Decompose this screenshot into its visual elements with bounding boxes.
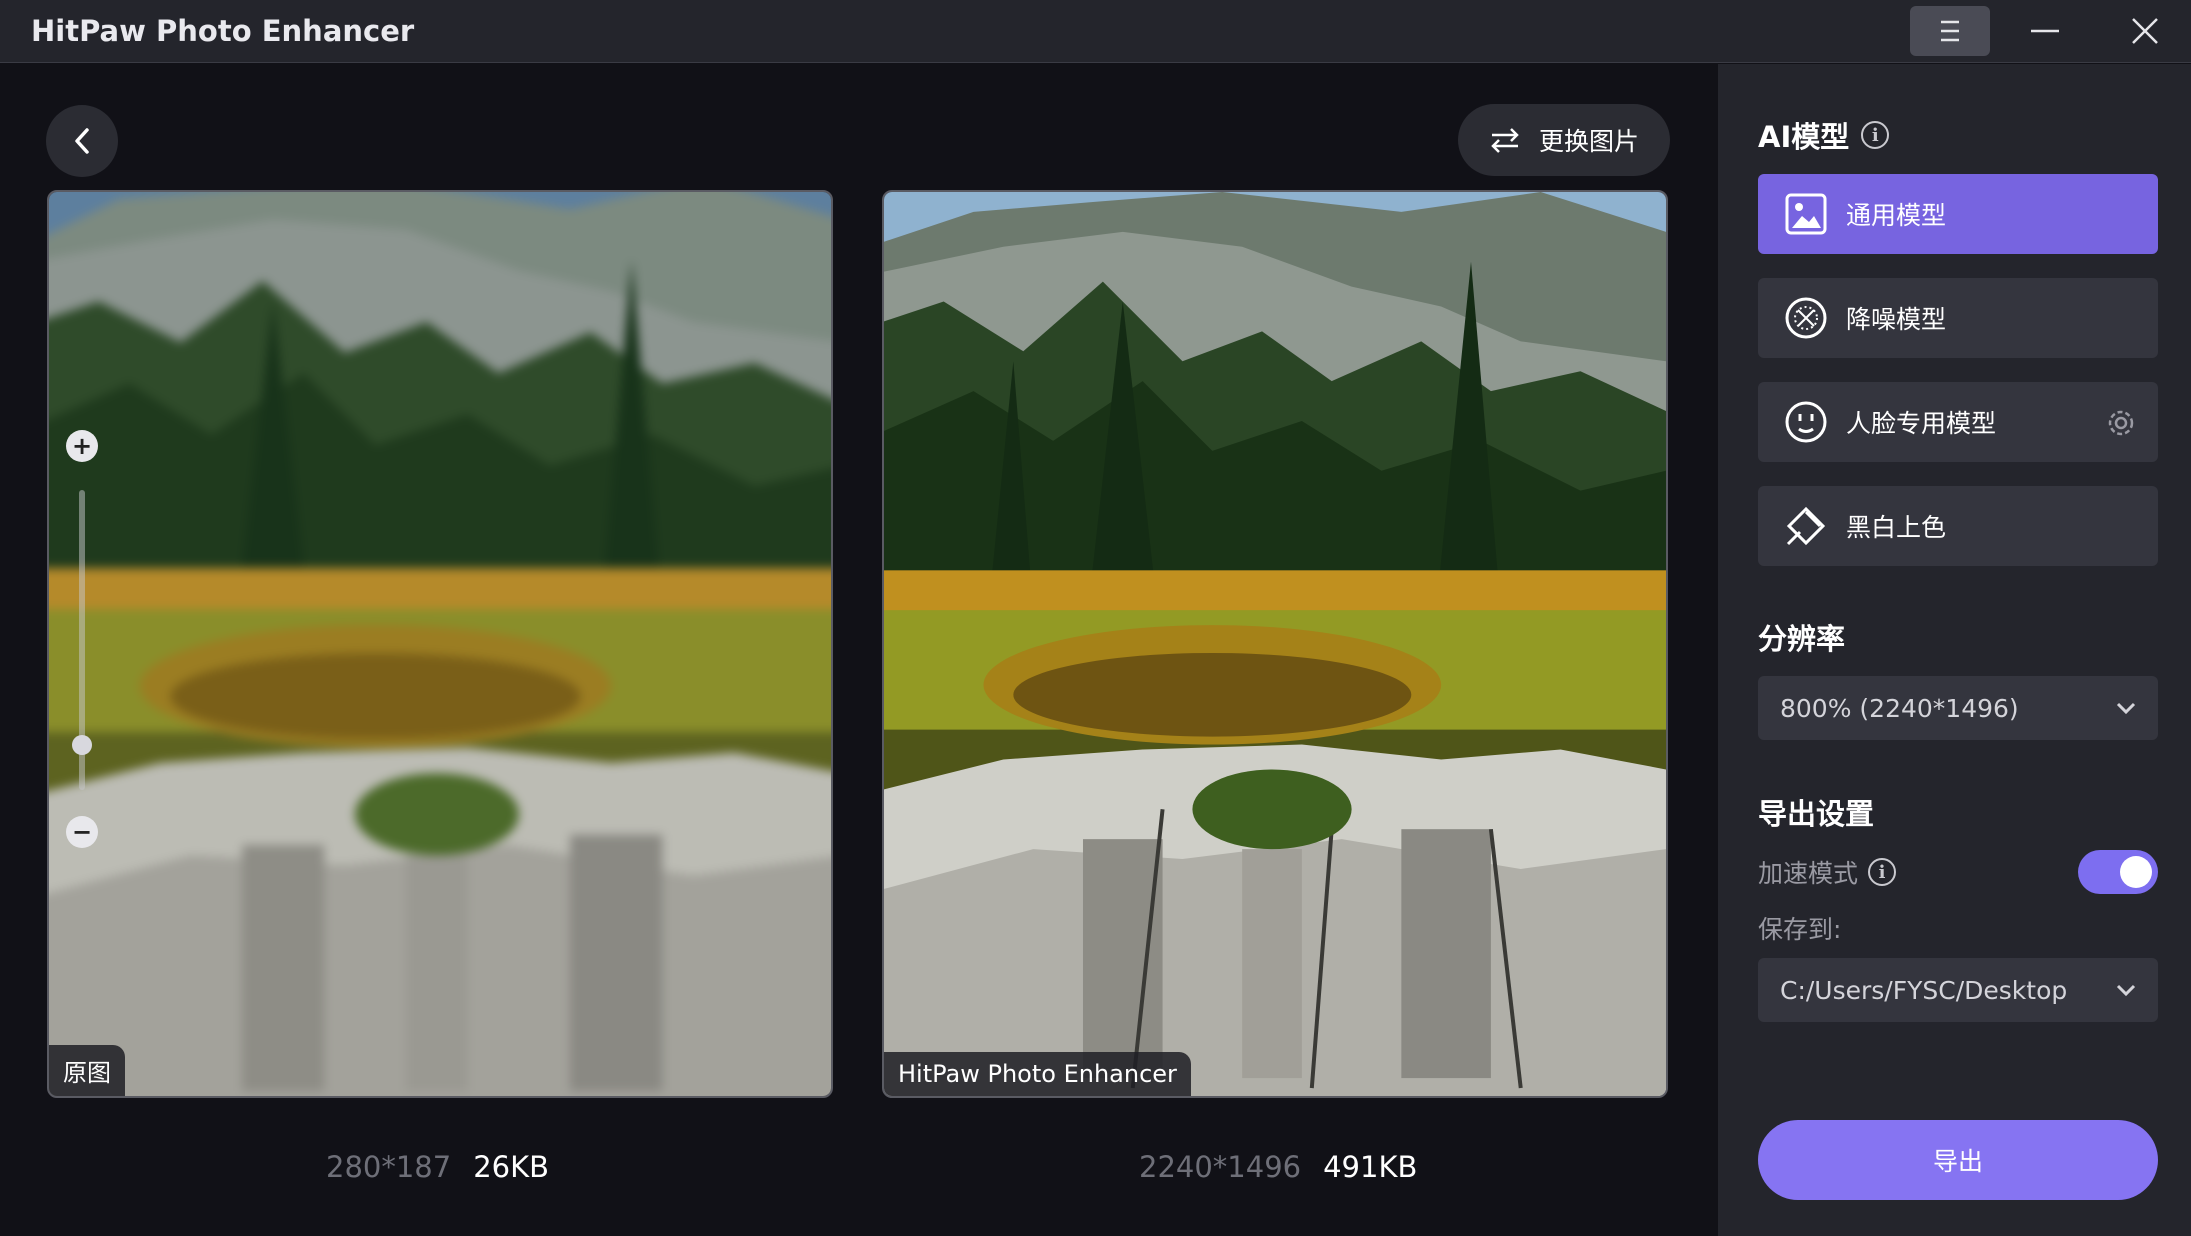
settings-panel: AI模型 i 通用模型 降噪模型 人脸专用模型 黑白上色 分辨率 800% (2… [1718,64,2191,1236]
chevron-down-icon [2116,984,2136,997]
gear-icon[interactable] [2106,408,2136,438]
ai-model-title: AI模型 [1758,120,1850,154]
original-info: 280*187 26KB [326,1150,549,1184]
export-button[interactable]: 导出 [1758,1120,2158,1200]
zoom-thumb[interactable] [72,735,92,755]
model-face-label: 人脸专用模型 [1846,409,1997,438]
zoom-slider[interactable]: + − [62,430,102,910]
accel-mode-toggle[interactable] [2078,850,2158,894]
original-image[interactable]: 原图 [47,190,833,1098]
close-icon [2132,18,2158,44]
app-title: HitPaw Photo Enhancer [31,14,415,48]
image-icon [1785,193,1827,235]
menu-icon [1941,20,1959,42]
denoise-icon [1785,297,1827,339]
model-general-label: 通用模型 [1846,201,1947,230]
minus-icon: − [71,818,93,846]
resolution-value: 800% (2240*1496) [1780,693,2019,723]
original-size: 26KB [473,1150,550,1184]
model-general-button[interactable]: 通用模型 [1758,174,2158,254]
model-colorize-button[interactable]: 黑白上色 [1758,486,2158,566]
model-denoise-label: 降噪模型 [1846,305,1947,334]
enhanced-tag: HitPaw Photo Enhancer [884,1052,1191,1096]
close-button[interactable] [2110,6,2180,56]
minimize-icon [2031,29,2059,33]
minimize-button[interactable] [2010,6,2080,56]
accel-info-icon[interactable]: i [1868,858,1897,886]
model-colorize-label: 黑白上色 [1846,513,1947,542]
model-face-button[interactable]: 人脸专用模型 [1758,382,2158,462]
face-icon [1785,401,1827,443]
back-button[interactable] [46,105,118,177]
title-bar: HitPaw Photo Enhancer [0,0,2191,63]
plus-icon: + [71,432,93,460]
save-to-label: 保存到: [1758,915,1842,944]
menu-button[interactable] [1910,6,1990,56]
original-dimensions: 280*187 [326,1150,452,1184]
landscape-photo-enhanced [884,192,1666,1096]
resolution-heading: 分辨率 [1758,622,1846,656]
preview-stage: 更换图片 原图 + − HitPaw Photo Enhancer 280*18… [0,64,1718,1236]
export-label: 导出 [1932,1147,1983,1176]
toggle-knob [2120,856,2152,888]
save-path-select[interactable]: C:/Users/FYSC/Desktop [1758,958,2158,1022]
landscape-photo-original [49,192,831,1096]
original-tag: 原图 [49,1045,125,1096]
enhanced-image[interactable]: HitPaw Photo Enhancer [882,190,1668,1098]
enhanced-info: 2240*1496 491KB [1139,1150,1417,1184]
chevron-down-icon [2116,702,2136,715]
colorize-icon [1786,506,1826,546]
enhanced-size: 491KB [1323,1150,1418,1184]
export-settings-heading: 导出设置 [1758,797,1875,831]
replace-image-button[interactable]: 更换图片 [1458,104,1670,176]
zoom-out-button[interactable]: − [66,816,98,848]
replace-image-label: 更换图片 [1538,127,1639,156]
accel-mode-label: 加速模式 [1758,859,1859,888]
model-denoise-button[interactable]: 降噪模型 [1758,278,2158,358]
zoom-in-button[interactable]: + [66,430,98,462]
chevron-left-icon [75,128,89,154]
save-path-value: C:/Users/FYSC/Desktop [1780,975,2068,1005]
accel-mode-row: 加速模式 i [1758,854,1897,890]
swap-icon [1491,128,1519,153]
resolution-select[interactable]: 800% (2240*1496) [1758,676,2158,740]
info-icon[interactable]: i [1861,121,1890,149]
enhanced-dimensions: 2240*1496 [1139,1150,1302,1184]
ai-model-heading: AI模型 i [1758,114,1890,156]
